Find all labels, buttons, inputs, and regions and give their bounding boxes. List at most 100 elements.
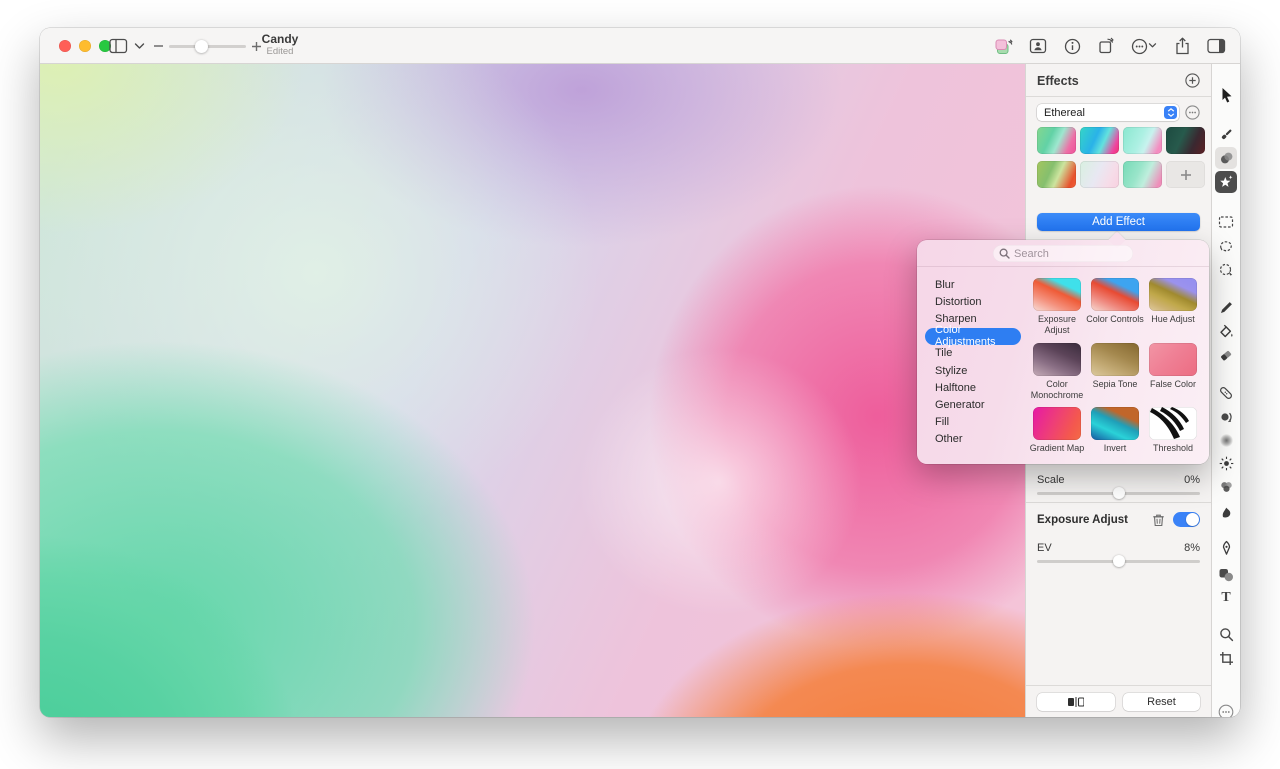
chevron-down-icon[interactable] xyxy=(132,40,146,52)
zoom-slider[interactable] xyxy=(169,40,246,53)
trash-icon[interactable] xyxy=(1152,513,1165,527)
preset-thumb[interactable] xyxy=(1123,161,1162,188)
magnifier-icon xyxy=(1219,627,1234,642)
category-generator[interactable]: Generator xyxy=(925,396,995,413)
ev-row: EV 8% xyxy=(1037,542,1200,554)
share-icon[interactable] xyxy=(1171,35,1193,57)
canvas-image[interactable] xyxy=(40,64,1025,717)
more-actions-icon[interactable] xyxy=(1129,35,1159,57)
select-stepper-icon xyxy=(1164,106,1177,119)
effect-sepia-tone[interactable]: Sepia Tone xyxy=(1086,343,1144,407)
category-distortion[interactable]: Distortion xyxy=(925,293,991,310)
preset-thumb[interactable] xyxy=(1166,127,1205,154)
popover-search-row xyxy=(917,240,1209,267)
compare-button[interactable] xyxy=(1037,693,1115,711)
scale-slider[interactable] xyxy=(1037,487,1200,499)
crop-rotate-icon[interactable] xyxy=(1095,35,1117,57)
minimize-button[interactable] xyxy=(79,40,91,52)
category-stylize[interactable]: Stylize xyxy=(925,362,977,379)
retouch-tool-button[interactable] xyxy=(1215,382,1237,404)
portrait-panel-icon[interactable] xyxy=(1027,35,1049,57)
zoom-slider-thumb[interactable] xyxy=(195,40,208,53)
add-effect-button[interactable]: Add Effect xyxy=(1037,213,1200,231)
quick-select-icon xyxy=(1218,262,1234,277)
search-input[interactable] xyxy=(1014,248,1127,260)
pen-tool-button[interactable] xyxy=(1215,537,1237,559)
effect-thumb xyxy=(1033,407,1081,440)
sharpen-tool-button[interactable] xyxy=(1215,452,1237,474)
preset-thumb[interactable] xyxy=(1037,127,1076,154)
desktop: Candy Edited xyxy=(0,0,1280,769)
category-color-adjustments[interactable]: Color Adjustments xyxy=(925,328,1021,345)
add-preset-collection-icon[interactable] xyxy=(1185,73,1200,88)
free-select-tool-button[interactable] xyxy=(1215,235,1237,257)
color-adjustments-tool-button[interactable] xyxy=(1215,147,1237,169)
effects-panel-title: Effects xyxy=(1037,74,1079,88)
style-tool-button[interactable] xyxy=(1215,123,1237,145)
ev-label: EV xyxy=(1037,542,1052,554)
scale-row: Scale 0% xyxy=(1037,474,1200,486)
erase-tool-button[interactable] xyxy=(1215,344,1237,366)
effects-panel-header: Effects xyxy=(1037,73,1200,88)
ev-slider[interactable] xyxy=(1037,555,1200,567)
arrange-tool-button[interactable] xyxy=(1215,84,1237,106)
effects-mode-icon[interactable] xyxy=(993,35,1015,57)
effects-tool-button[interactable] xyxy=(1215,171,1237,193)
preset-options-icon[interactable] xyxy=(1185,105,1200,120)
effect-thumb xyxy=(1091,343,1139,376)
tool-strip: T xyxy=(1211,64,1240,717)
category-fill[interactable]: Fill xyxy=(925,414,959,431)
shape-tool-button[interactable] xyxy=(1215,563,1237,585)
ev-value: 8% xyxy=(1184,542,1200,554)
category-halftone[interactable]: Halftone xyxy=(925,379,986,396)
paint-tool-button[interactable] xyxy=(1215,296,1237,318)
close-button[interactable] xyxy=(59,40,71,52)
fill-tool-button[interactable] xyxy=(1215,320,1237,342)
exposure-toggle[interactable] xyxy=(1173,512,1200,527)
crop-tool-button[interactable] xyxy=(1215,647,1237,669)
search-field[interactable] xyxy=(993,245,1133,262)
pencil-icon xyxy=(1219,300,1234,315)
effect-label: Gradient Map xyxy=(1030,443,1085,454)
effect-exposure-adjust[interactable]: Exposure Adjust xyxy=(1028,278,1086,343)
zoom-tool-button[interactable] xyxy=(1215,623,1237,645)
info-icon[interactable] xyxy=(1061,35,1083,57)
preset-thumb[interactable] xyxy=(1080,127,1119,154)
effect-gradient-map[interactable]: Gradient Map xyxy=(1028,407,1086,463)
smudge-tool-button[interactable] xyxy=(1215,500,1237,522)
effect-label: Exposure Adjust xyxy=(1028,314,1086,337)
ev-slider-thumb[interactable] xyxy=(1113,555,1125,567)
smart-select-tool-button[interactable] xyxy=(1215,258,1237,280)
clone-stamp-icon xyxy=(1218,409,1234,424)
preset-thumb[interactable] xyxy=(1080,161,1119,188)
preset-thumb[interactable] xyxy=(1037,161,1076,188)
toolbar-right xyxy=(993,28,1227,64)
clone-tool-button[interactable] xyxy=(1215,405,1237,427)
effect-hue-adjust[interactable]: Hue Adjust xyxy=(1144,278,1202,343)
right-sidebar-toggle-icon[interactable] xyxy=(1205,35,1227,57)
zoom-out-icon[interactable] xyxy=(152,38,164,54)
type-icon: T xyxy=(1221,590,1230,606)
category-other[interactable]: Other xyxy=(925,431,973,448)
color-replace-tool-button[interactable] xyxy=(1215,476,1237,498)
preset-select[interactable]: Ethereal xyxy=(1037,104,1179,121)
effect-color-controls[interactable]: Color Controls xyxy=(1086,278,1144,343)
effect-label: Color Monochrome xyxy=(1028,379,1086,402)
more-tools-button[interactable] xyxy=(1215,701,1237,717)
sidebar-toggle-icon[interactable] xyxy=(108,37,128,55)
type-tool-button[interactable]: T xyxy=(1215,587,1237,609)
effect-false-color[interactable]: False Color xyxy=(1144,343,1202,407)
effect-color-monochrome[interactable]: Color Monochrome xyxy=(1028,343,1086,407)
scale-slider-thumb[interactable] xyxy=(1113,487,1125,499)
reset-button[interactable]: Reset xyxy=(1123,693,1200,711)
rect-select-tool-button[interactable] xyxy=(1215,211,1237,233)
effect-threshold[interactable]: Threshold xyxy=(1144,407,1202,463)
effect-label: Sepia Tone xyxy=(1093,379,1138,390)
soften-tool-button[interactable] xyxy=(1215,429,1237,451)
category-blur[interactable]: Blur xyxy=(925,276,965,293)
preset-thumb[interactable] xyxy=(1123,127,1162,154)
add-preset-button[interactable] xyxy=(1166,161,1205,188)
effect-invert[interactable]: Invert xyxy=(1086,407,1144,463)
effect-thumb xyxy=(1149,407,1197,440)
bandage-icon xyxy=(1218,385,1234,401)
